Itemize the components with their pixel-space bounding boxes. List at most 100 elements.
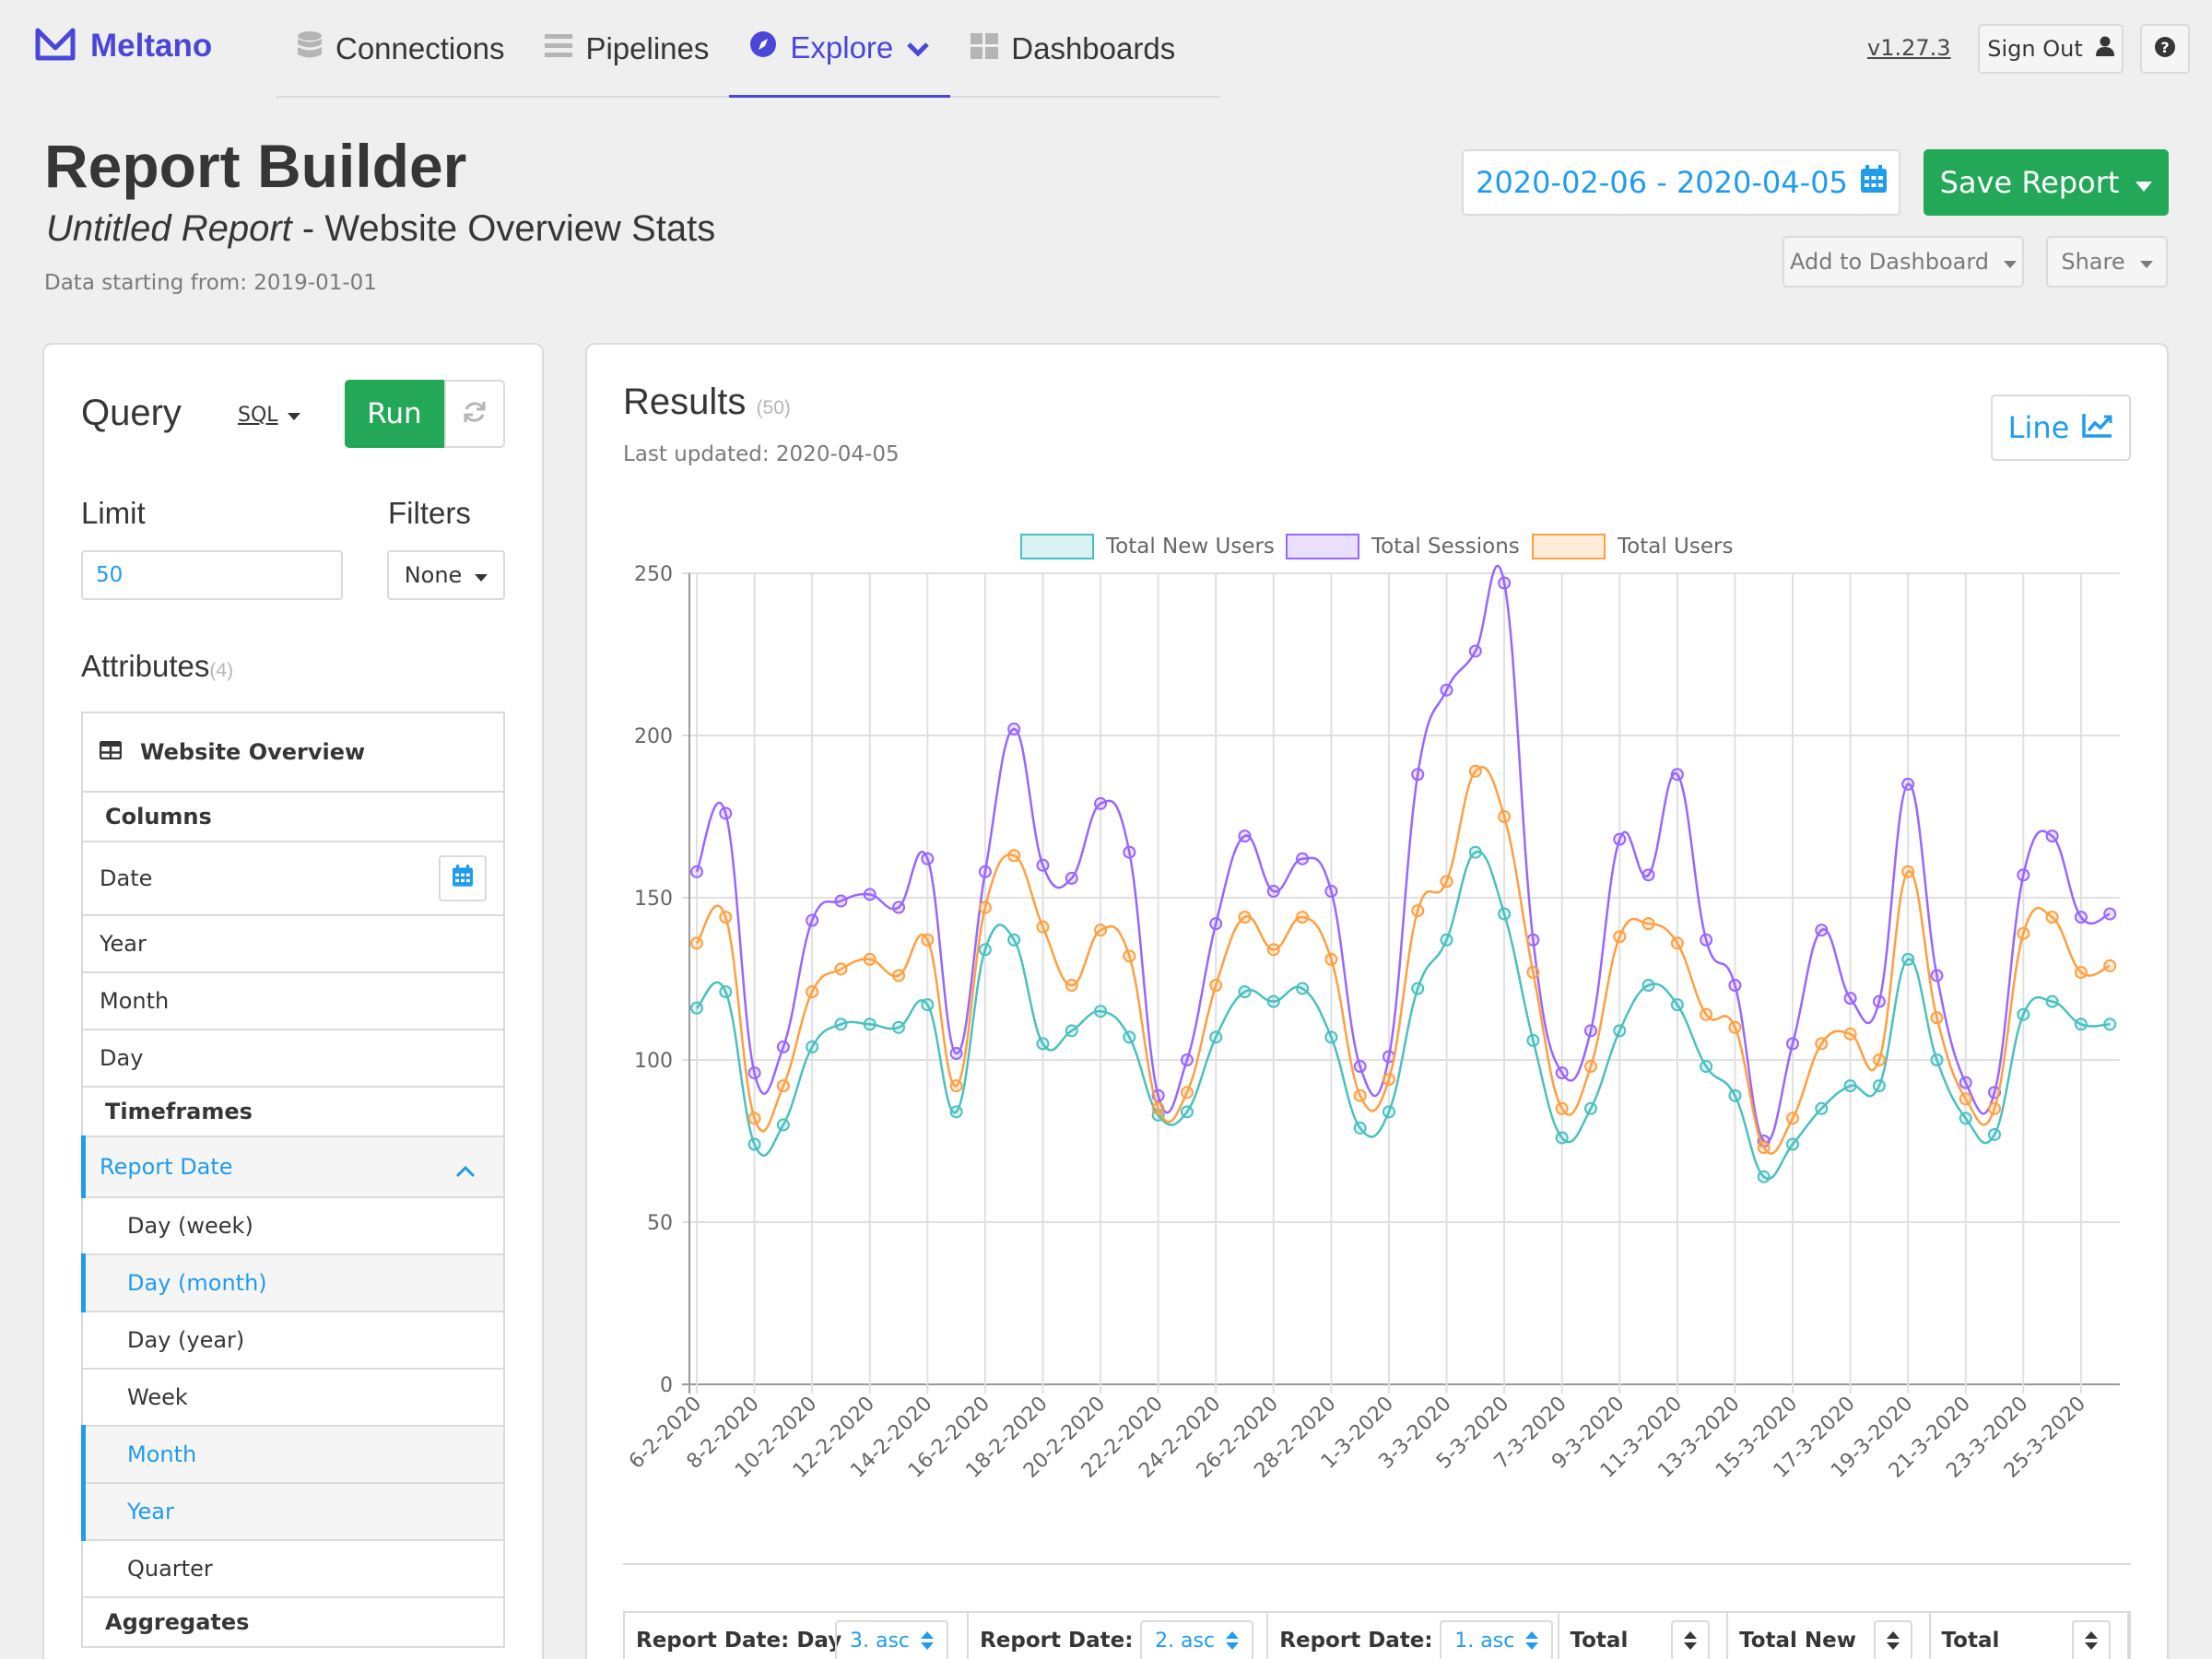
table-header-cell[interactable]: Total: [1931, 1613, 2130, 1659]
data-point: [2103, 1018, 2117, 1031]
data-point: [1728, 979, 1742, 993]
results-line-chart: 0501001502002506-2-20208-2-202010-2-2020…: [625, 534, 2120, 1483]
data-point: [1123, 1030, 1136, 1044]
column-year[interactable]: Year: [83, 916, 503, 973]
data-point: [1700, 933, 1713, 947]
y-tick-label: 100: [634, 1050, 673, 1073]
version-link[interactable]: v1.27.3: [1867, 35, 1951, 61]
table-header-cell[interactable]: Total New: [1728, 1613, 1931, 1659]
data-point: [1872, 1079, 1886, 1093]
date-range-picker[interactable]: 2020-02-06 - 2020-04-05: [1462, 149, 1900, 216]
timeframe-day-year[interactable]: Day (year): [83, 1312, 503, 1370]
data-point: [1930, 1053, 1944, 1066]
sort-button[interactable]: 2. asc: [1140, 1620, 1254, 1659]
data-point: [1988, 1101, 2002, 1115]
data-point: [1468, 764, 1482, 778]
save-report-button[interactable]: Save Report: [1924, 149, 2169, 216]
data-point: [1901, 777, 1915, 791]
timeframe-week[interactable]: Week: [83, 1370, 503, 1427]
data-point: [2074, 1018, 2088, 1031]
data-point: [863, 888, 877, 901]
legend-swatch: [1020, 534, 1094, 559]
data-point: [1007, 849, 1021, 863]
data-point: [1498, 907, 1512, 921]
filters-label: Filters: [388, 496, 471, 530]
table-header-cell[interactable]: Report Date: 1. asc: [1268, 1613, 1559, 1659]
timeframe-month[interactable]: Month: [81, 1425, 503, 1484]
brand[interactable]: Meltano: [35, 28, 212, 65]
run-button[interactable]: Run: [345, 380, 444, 448]
sort-order-label: 2. asc: [1155, 1629, 1216, 1653]
data-point: [2045, 830, 2059, 843]
data-point: [1180, 1105, 1194, 1119]
data-point: [1498, 810, 1512, 823]
column-label: Date: [100, 865, 153, 891]
timeframe-quarter[interactable]: Quarter: [83, 1541, 503, 1598]
sort-button[interactable]: [1873, 1620, 1912, 1659]
data-point: [921, 998, 935, 1012]
user-icon: [2095, 36, 2114, 62]
data-point: [806, 985, 819, 999]
tab-label: Connections: [335, 31, 505, 65]
chart-type-button[interactable]: Line: [1991, 394, 2131, 461]
sort-button[interactable]: 3. asc: [835, 1620, 949, 1659]
tab-dashboards[interactable]: Dashboards: [950, 0, 1195, 98]
data-point: [978, 865, 992, 878]
add-to-dashboard-button[interactable]: Add to Dashboard: [1783, 236, 2024, 288]
sort-button[interactable]: 1. asc: [1440, 1620, 1554, 1659]
data-point: [1324, 952, 1338, 966]
timeframe-report-date[interactable]: Report Date: [81, 1135, 503, 1198]
data-point: [2017, 1007, 2030, 1021]
table-header-cell[interactable]: Report Date: Day 3. asc: [625, 1613, 970, 1659]
data-point: [1526, 1033, 1540, 1047]
data-point: [1498, 576, 1512, 590]
data-point: [1238, 911, 1252, 924]
data-point: [1296, 911, 1310, 924]
sort-button[interactable]: [1671, 1620, 1711, 1659]
table-header-cell[interactable]: Report Date: 2. asc: [969, 1613, 1269, 1659]
refresh-button[interactable]: [444, 380, 505, 448]
caret-down-icon: [2139, 249, 2153, 275]
data-point: [1930, 1011, 1944, 1025]
data-point: [978, 943, 992, 957]
column-day[interactable]: Day: [83, 1030, 503, 1088]
y-tick-label: 150: [634, 888, 673, 911]
data-point: [1468, 845, 1482, 859]
question-icon: ?: [2154, 36, 2176, 62]
y-tick-label: 0: [660, 1374, 673, 1397]
help-button[interactable]: ?: [2140, 24, 2190, 74]
share-button[interactable]: Share: [2046, 236, 2168, 288]
tab-explore[interactable]: Explore: [729, 0, 951, 98]
sign-out-button[interactable]: Sign Out: [1978, 24, 2124, 74]
data-point: [1123, 949, 1136, 963]
sign-out-label: Sign Out: [1987, 36, 2083, 62]
data-point: [1555, 1066, 1569, 1080]
timeframe-day-month[interactable]: Day (month): [81, 1253, 503, 1312]
data-point: [1324, 884, 1338, 898]
query-title: Query: [81, 393, 182, 433]
timeframe-day-week[interactable]: Day (week): [83, 1198, 503, 1255]
table-header-cell[interactable]: Total: [1559, 1613, 1729, 1659]
timeframe-year[interactable]: Year: [81, 1482, 503, 1541]
column-date[interactable]: Date: [83, 842, 503, 916]
data-point: [1209, 1030, 1223, 1044]
data-point: [1238, 830, 1252, 843]
attributes-list: Website Overview Columns Date Year Month…: [81, 712, 505, 1648]
limit-input[interactable]: 50: [81, 550, 343, 600]
column-month[interactable]: Month: [83, 973, 503, 1030]
data-point: [1526, 933, 1540, 947]
data-point: [1036, 858, 1050, 872]
sql-toggle[interactable]: SQL: [238, 404, 300, 427]
data-point: [776, 1118, 790, 1132]
tab-pipelines[interactable]: Pipelines: [524, 0, 729, 98]
data-point: [1613, 930, 1627, 944]
data-point: [1815, 1037, 1829, 1051]
page-subtitle: Untitled Report - Website Overview Stats: [46, 208, 715, 250]
sort-button[interactable]: [2072, 1620, 2112, 1659]
tab-connections[interactable]: Connections: [276, 0, 524, 98]
refresh-icon: [462, 399, 488, 429]
data-point: [1555, 1101, 1569, 1115]
date-picker-button[interactable]: [439, 855, 487, 901]
data-point: [719, 911, 733, 924]
filters-dropdown[interactable]: None: [387, 550, 505, 600]
